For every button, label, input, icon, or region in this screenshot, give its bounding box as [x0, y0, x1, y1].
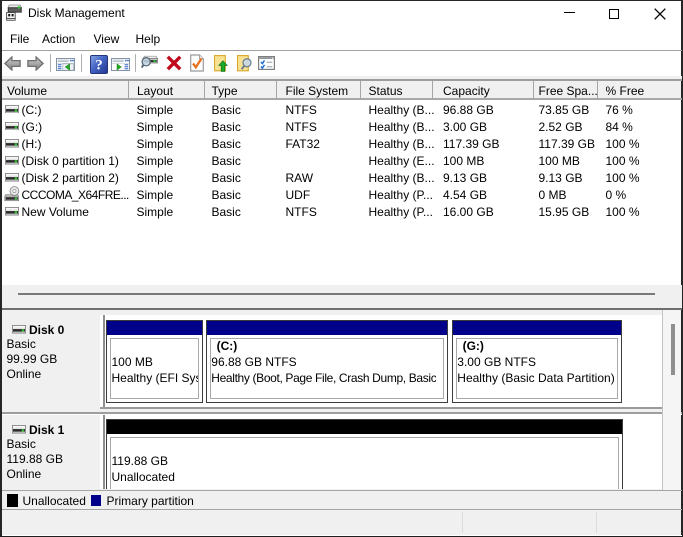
svg-text:?: ? — [95, 57, 103, 73]
